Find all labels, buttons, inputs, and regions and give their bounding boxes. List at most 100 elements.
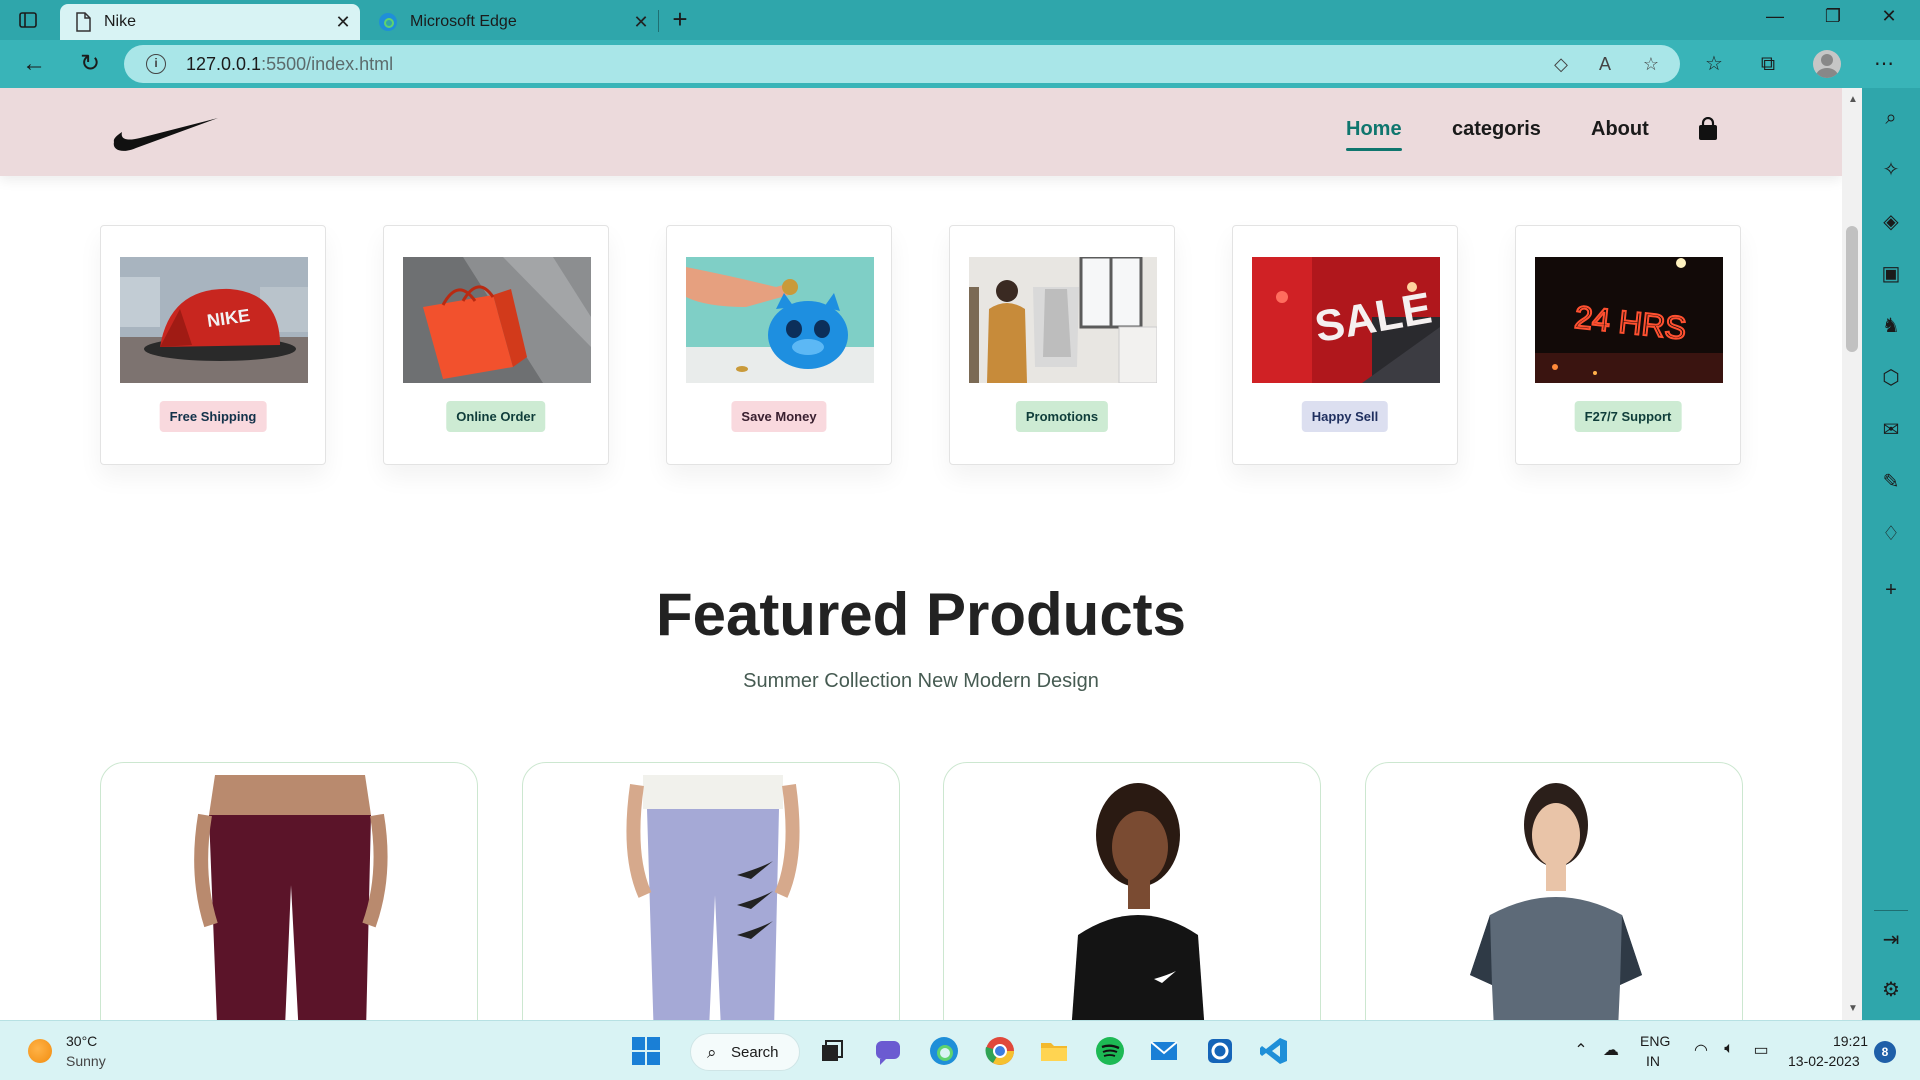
chrome-icon[interactable] — [984, 1035, 1016, 1067]
scroll-up-arrow-icon[interactable]: ▲ — [1848, 94, 1858, 105]
sidebar-divider — [1874, 910, 1908, 911]
featured-products-subtitle: Summer Collection New Modern Design — [743, 670, 1099, 692]
notification-count-badge[interactable]: 8 — [1874, 1041, 1896, 1063]
url-text[interactable]: 127.0.0.1:5500/index.html — [186, 54, 393, 75]
region-indicator[interactable]: IN — [1646, 1053, 1660, 1069]
task-view-icon[interactable] — [816, 1035, 848, 1067]
file-explorer-icon[interactable] — [1038, 1035, 1070, 1067]
page-scrollbar[interactable]: ▲ ▼ — [1842, 88, 1862, 1020]
outlook-icon[interactable]: ✉ — [1879, 418, 1903, 442]
taskbar-search-button[interactable]: ⌕ Search — [690, 1033, 800, 1071]
scroll-down-arrow-icon[interactable]: ▼ — [1848, 1003, 1858, 1014]
product-card[interactable] — [943, 762, 1321, 1020]
feature-card-support: 24 HRS F27/7 Support — [1515, 225, 1741, 465]
edge-logo-icon — [379, 13, 397, 31]
read-aloud-icon[interactable]: A — [1594, 53, 1616, 75]
tools-briefcase-icon[interactable]: ▣ — [1879, 262, 1903, 286]
close-icon[interactable]: ✕ — [624, 12, 658, 33]
games-icon[interactable]: ♞ — [1879, 314, 1903, 338]
shopping-tag-icon[interactable]: ◈ — [1879, 210, 1903, 234]
sale-sign-image: SALE — [1252, 257, 1440, 383]
wifi-icon[interactable]: ◠ — [1690, 1040, 1712, 1060]
tab-title: Microsoft Edge — [410, 13, 517, 30]
nav-home-link[interactable]: Home — [1346, 118, 1402, 141]
shopping-bag-icon[interactable] — [1697, 117, 1719, 141]
windows-start-icon[interactable] — [630, 1035, 662, 1067]
page-icon — [76, 12, 91, 32]
feature-badge: Save Money — [731, 401, 827, 432]
nav-active-underline — [1346, 148, 1402, 151]
feature-card-happy-sell: SALE Happy Sell — [1232, 225, 1458, 465]
battery-icon[interactable]: ▭ — [1750, 1040, 1772, 1060]
nike-cap-image: NIKE — [120, 257, 308, 383]
site-info-icon[interactable]: i — [146, 54, 166, 74]
feature-badge: Happy Sell — [1301, 401, 1389, 432]
site-header: Home categoris About — [0, 88, 1842, 176]
spotify-icon[interactable] — [1094, 1035, 1126, 1067]
copilot-sparkle-icon[interactable]: ✧ — [1879, 158, 1903, 182]
clock-time[interactable]: 19:21 — [1832, 1033, 1868, 1049]
close-window-icon[interactable]: ✕ — [1866, 6, 1912, 34]
collections-icon[interactable]: ⧉ — [1754, 50, 1782, 78]
tab-nike[interactable]: Nike ✕ — [60, 4, 360, 40]
weather-description[interactable]: Sunny — [66, 1053, 106, 1069]
nav-about-link[interactable]: About — [1591, 118, 1649, 141]
vscode-icon[interactable] — [1258, 1035, 1290, 1067]
search-icon[interactable]: ⌕ — [1879, 106, 1903, 130]
feature-badge: Free Shipping — [159, 401, 267, 432]
speaker-muted-icon[interactable]: 🔈︎ — [1718, 1040, 1740, 1058]
feature-card-save-money: Save Money — [666, 225, 892, 465]
onedrive-cloud-icon[interactable]: ☁ — [1600, 1040, 1622, 1060]
scroll-thumb[interactable] — [1846, 226, 1858, 352]
edge-sidebar: ⌕ ✧ ◈ ▣ ♞ ⬡ ✉ ✎ ♢ + ⇥ ⚙ — [1862, 88, 1920, 1020]
nike-swoosh-logo[interactable] — [110, 112, 220, 152]
grey-sports-tee-image — [1380, 775, 1730, 1020]
close-icon[interactable]: ✕ — [326, 12, 360, 33]
weather-temperature[interactable]: 30°C — [66, 1033, 97, 1049]
teams-chat-icon[interactable] — [872, 1035, 904, 1067]
clock-date[interactable]: 13-02-2023 — [1788, 1053, 1860, 1069]
feature-card-online-order: Online Order — [383, 225, 609, 465]
piggy-bank-image — [686, 257, 874, 383]
language-indicator[interactable]: ENG — [1640, 1033, 1670, 1049]
tag-icon[interactable]: ◇ — [1550, 53, 1572, 75]
more-options-icon[interactable]: ⋯ — [1870, 50, 1898, 78]
mouse-without-borders-icon[interactable] — [1204, 1035, 1236, 1067]
microsoft-365-icon[interactable]: ⬡ — [1879, 366, 1903, 390]
hide-sidebar-icon[interactable]: ⇥ — [1879, 928, 1903, 952]
minimize-icon[interactable]: — — [1752, 6, 1798, 34]
favorites-icon[interactable]: ☆ — [1700, 50, 1728, 78]
restore-icon[interactable]: ❐ — [1810, 6, 1856, 34]
url-field[interactable]: i 127.0.0.1:5500/index.html ◇ A ☆ — [124, 45, 1680, 83]
product-card[interactable] — [1365, 762, 1743, 1020]
tab-title: Nike — [104, 13, 137, 30]
back-arrow-icon[interactable]: ← — [20, 50, 48, 78]
tab-microsoft-edge[interactable]: Microsoft Edge ✕ — [364, 4, 658, 40]
tab-actions-icon[interactable] — [18, 10, 38, 30]
edge-browser-icon[interactable] — [928, 1035, 960, 1067]
chevron-up-icon[interactable]: ⌃ — [1570, 1040, 1592, 1060]
taskbar-search-label: Search — [731, 1044, 779, 1061]
new-tab-plus-icon[interactable]: + — [666, 6, 694, 34]
browser-tab-bar: Nike ✕ Microsoft Edge ✕ + — ❐ ✕ — [0, 0, 1920, 40]
lavender-leggings-image — [537, 775, 887, 1020]
nav-categories-link[interactable]: categoris — [1452, 118, 1541, 141]
settings-gear-icon[interactable]: ⚙ — [1879, 978, 1903, 1002]
drop-icon[interactable]: ✎ — [1879, 470, 1903, 494]
feature-card-promotions: Promotions — [949, 225, 1175, 465]
add-favorite-icon[interactable]: ☆ — [1640, 53, 1662, 75]
notifications-bell-icon[interactable]: ♢ — [1879, 522, 1903, 546]
feature-badge: F27/7 Support — [1574, 401, 1682, 432]
profile-avatar[interactable] — [1813, 50, 1841, 78]
black-tshirt-woman-image — [958, 775, 1308, 1020]
browser-address-bar: ← ↻ i 127.0.0.1:5500/index.html ◇ A ☆ ☆ … — [0, 40, 1920, 88]
product-card[interactable] — [522, 762, 900, 1020]
add-sidebar-app-icon[interactable]: + — [1879, 578, 1903, 602]
maroon-joggers-image — [115, 775, 465, 1020]
sun-weather-icon[interactable] — [28, 1039, 52, 1063]
product-card[interactable] — [100, 762, 478, 1020]
mail-icon[interactable] — [1148, 1035, 1180, 1067]
feature-card-free-shipping: NIKE Free Shipping — [100, 225, 326, 465]
refresh-icon[interactable]: ↻ — [76, 50, 104, 78]
page-viewport: Home categoris About NIKE Free Shipping — [0, 88, 1842, 1020]
